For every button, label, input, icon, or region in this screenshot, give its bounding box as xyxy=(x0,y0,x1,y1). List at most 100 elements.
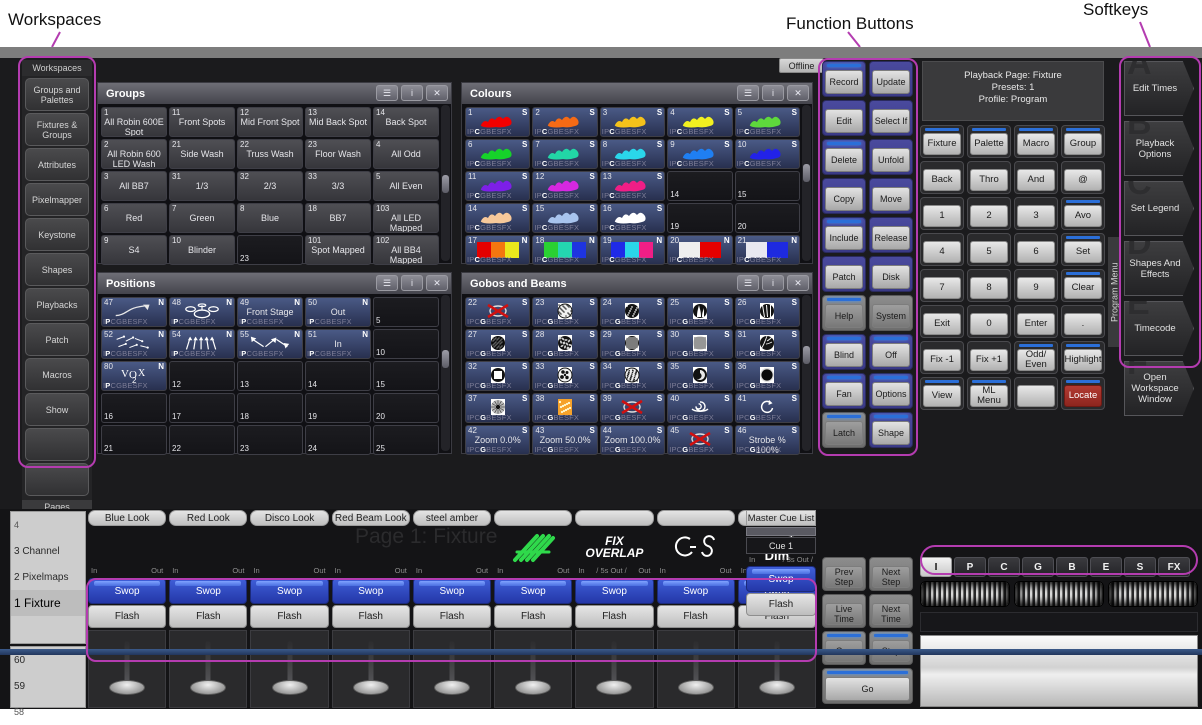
virtual-fader[interactable] xyxy=(250,630,328,708)
function-button-update[interactable]: Update xyxy=(869,61,913,97)
function-button-select-if[interactable]: Select If xyxy=(869,100,913,136)
close-icon[interactable]: ✕ xyxy=(426,275,448,291)
colour-cell[interactable]: 2S IPCGBESFX xyxy=(532,107,597,137)
function-button-edit[interactable]: Edit xyxy=(822,100,866,136)
keypad-button-set[interactable]: Set xyxy=(1061,233,1105,266)
function-button-move[interactable]: Move xyxy=(869,178,913,214)
sidebar-item-fixtures-groups[interactable]: Fixtures & Groups xyxy=(25,113,89,146)
position-cell[interactable]: 25 xyxy=(373,425,439,455)
gobo-cell[interactable]: 32S IPCGBESFX xyxy=(465,361,530,391)
keypad-button-blank[interactable] xyxy=(1014,377,1058,410)
transport-button-cue[interactable]: Cue xyxy=(822,631,866,665)
virtual-fader[interactable] xyxy=(494,630,572,708)
keypad-button-and[interactable]: And xyxy=(1014,161,1058,194)
fader-knob[interactable] xyxy=(272,680,308,695)
colour-cell[interactable]: 15S IPCGBESFX xyxy=(532,203,597,233)
keypad-button-2[interactable]: 2 xyxy=(967,197,1011,230)
fader-knob[interactable] xyxy=(190,680,226,695)
page-item[interactable]: 59 xyxy=(11,673,85,699)
group-cell[interactable]: 12Mid Front Spot xyxy=(237,107,303,137)
gobo-cell[interactable]: 36S IPCGBESFX xyxy=(735,361,800,391)
position-cell[interactable]: 52N IPCGBESFX xyxy=(101,329,167,359)
function-button-help[interactable]: Help xyxy=(822,295,866,331)
position-cell[interactable]: 80NVOX2IPCGBESFX xyxy=(101,361,167,391)
keypad-button-macro[interactable]: Macro xyxy=(1014,125,1058,158)
function-button-fan[interactable]: Fan xyxy=(822,373,866,409)
flash-button[interactable]: Flash xyxy=(250,605,328,628)
keypad-button-9[interactable]: 9 xyxy=(1014,269,1058,302)
menu-icon[interactable]: ☰ xyxy=(737,85,759,101)
transport-button-next-time[interactable]: Next Time xyxy=(869,594,913,628)
encoder-tab-s[interactable]: S xyxy=(1124,557,1156,577)
keypad-button-exit[interactable]: Exit xyxy=(920,305,964,338)
colour-cell[interactable]: 4S IPCGBESFX xyxy=(667,107,732,137)
page-item[interactable]: 3 Channel xyxy=(11,538,85,564)
virtual-fader[interactable] xyxy=(413,630,491,708)
keypad-button-palette[interactable]: Palette xyxy=(967,125,1011,158)
colour-cell[interactable]: 12S IPCGBESFX xyxy=(532,171,597,201)
position-cell[interactable]: 49NFront StageIPCGBESFX xyxy=(237,297,303,327)
group-cell[interactable]: 5All Even xyxy=(373,171,439,201)
keypad-button--[interactable]: @ xyxy=(1061,161,1105,194)
menu-icon[interactable]: ☰ xyxy=(376,85,398,101)
sidebar-item-attributes[interactable]: Attributes xyxy=(25,148,89,181)
group-cell[interactable]: 23 xyxy=(237,235,303,265)
info-icon[interactable]: i xyxy=(401,275,423,291)
position-cell[interactable]: 24 xyxy=(305,425,371,455)
colour-cell[interactable]: 20 xyxy=(735,203,800,233)
menu-icon[interactable]: ☰ xyxy=(376,275,398,291)
flash-button[interactable]: Flash xyxy=(494,605,572,628)
gobo-cell[interactable]: 29S IPCGBESFX xyxy=(600,329,665,359)
gobo-cell[interactable]: 25S IPCGBESFX xyxy=(667,297,732,327)
gobo-cell[interactable]: 31S IPCGBESFX xyxy=(735,329,800,359)
page-item[interactable]: 4 xyxy=(11,512,85,538)
function-button-delete[interactable]: Delete xyxy=(822,139,866,175)
keypad-button-clear[interactable]: Clear xyxy=(1061,269,1105,302)
program-menu-tab[interactable]: Program Menu xyxy=(1108,237,1121,347)
close-icon[interactable]: ✕ xyxy=(787,85,809,101)
playback-legend[interactable]: Blue Look xyxy=(88,510,166,526)
function-button-unfold[interactable]: Unfold xyxy=(869,139,913,175)
encoder-tab-c[interactable]: C xyxy=(988,557,1020,577)
swop-button[interactable]: Swop xyxy=(332,578,410,604)
gobo-cell[interactable]: 26S IPCGBESFX xyxy=(735,297,800,327)
group-cell[interactable]: 13Mid Back Spot xyxy=(305,107,371,137)
close-icon[interactable]: ✕ xyxy=(787,275,809,291)
position-cell[interactable]: 21 xyxy=(101,425,167,455)
fader-knob[interactable] xyxy=(759,680,795,695)
colour-cell[interactable]: 6S IPCGBESFX xyxy=(465,139,530,169)
function-button-off[interactable]: Off xyxy=(869,334,913,370)
fader-knob[interactable] xyxy=(353,680,389,695)
transport-button-next-step[interactable]: Next Step xyxy=(869,557,913,591)
menu-icon[interactable]: ☰ xyxy=(737,275,759,291)
page-item[interactable]: 58 xyxy=(11,699,85,725)
gobo-cell[interactable]: 30S IPCGBESFX xyxy=(667,329,732,359)
keypad-button-enter[interactable]: Enter xyxy=(1014,305,1058,338)
colour-cell[interactable]: 14 xyxy=(667,171,732,201)
virtual-fader[interactable] xyxy=(332,630,410,708)
encoder-tab-b[interactable]: B xyxy=(1056,557,1088,577)
colour-cell[interactable]: 8S IPCGBESFX xyxy=(600,139,665,169)
virtual-fader[interactable] xyxy=(575,630,653,708)
colour-cell[interactable]: 14S IPCGBESFX xyxy=(465,203,530,233)
flash-button[interactable]: Flash xyxy=(413,605,491,628)
groups-scrollbar[interactable] xyxy=(441,105,450,261)
group-cell[interactable]: 21Side Wash xyxy=(169,139,235,169)
group-cell[interactable]: 4All Odd xyxy=(373,139,439,169)
swop-button[interactable]: Swop xyxy=(413,578,491,604)
group-cell[interactable]: 10Blinder xyxy=(169,235,235,265)
gobos-scrollbar[interactable] xyxy=(802,295,811,451)
sidebar-item-macros[interactable]: Macros xyxy=(25,358,89,391)
encoder-tab-e[interactable]: E xyxy=(1090,557,1122,577)
colour-cell[interactable]: 9S IPCGBESFX xyxy=(667,139,732,169)
gobo-cell[interactable]: 33S IPCGBESFX xyxy=(532,361,597,391)
keypad-button-view[interactable]: View xyxy=(920,377,964,410)
close-icon[interactable]: ✕ xyxy=(426,85,448,101)
keypad-button-avo[interactable]: Avo xyxy=(1061,197,1105,230)
colour-cell[interactable]: 19 xyxy=(667,203,732,233)
keypad-button-4[interactable]: 4 xyxy=(920,233,964,266)
function-button-options[interactable]: Options xyxy=(869,373,913,409)
flash-button[interactable]: Flash xyxy=(575,605,653,628)
sidebar-item-keystone[interactable]: Keystone xyxy=(25,218,89,251)
function-button-copy[interactable]: Copy xyxy=(822,178,866,214)
